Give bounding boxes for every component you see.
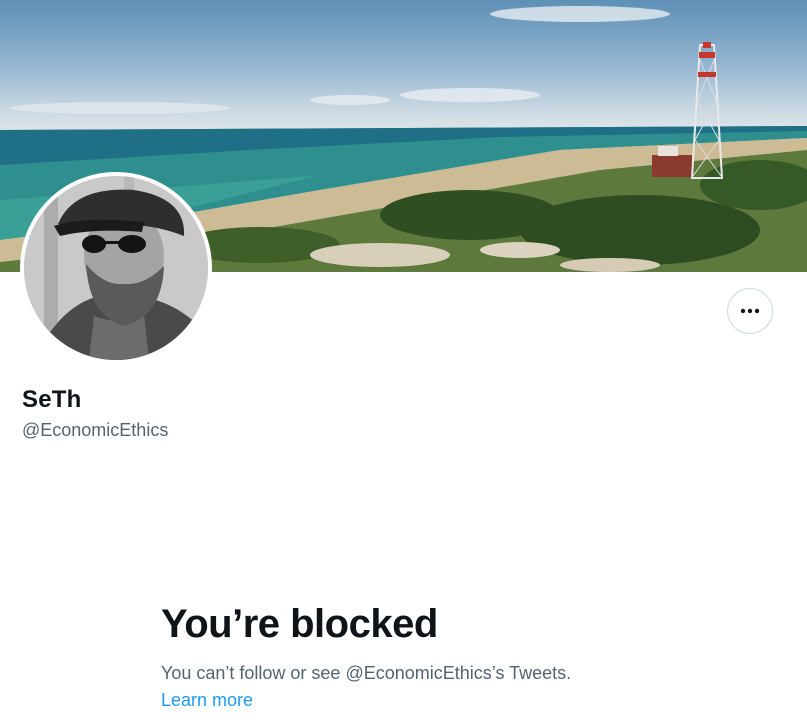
blocked-description: You can’t follow or see @EconomicEthics’… — [161, 663, 572, 683]
more-options-button[interactable] — [727, 288, 773, 334]
display-name: SeTh — [22, 386, 82, 413]
avatar[interactable] — [20, 172, 212, 364]
user-handle: @EconomicEthics — [22, 420, 169, 440]
more-horizontal-icon — [740, 308, 760, 314]
learn-more-link[interactable]: Learn more — [161, 690, 253, 711]
blocked-title: You’re blocked — [161, 602, 438, 646]
avatar-image — [24, 176, 208, 360]
